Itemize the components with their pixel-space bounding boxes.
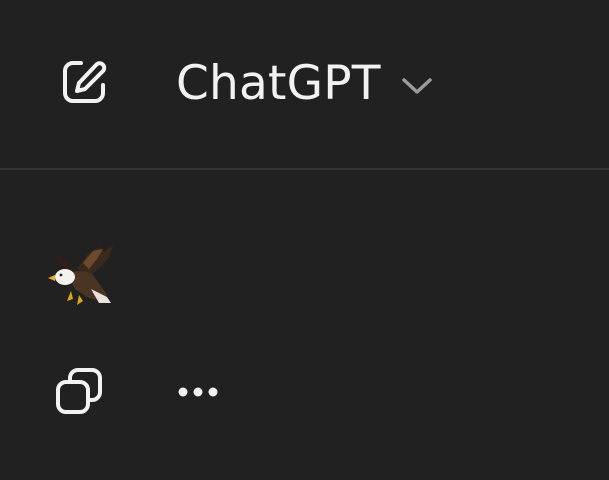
model-name-label: ChatGPT: [176, 56, 381, 111]
eagle-avatar-icon: [47, 245, 113, 311]
header-bar: ChatGPT: [0, 0, 609, 169]
model-selector[interactable]: ChatGPT: [176, 52, 433, 116]
copy-button[interactable]: [48, 362, 110, 424]
header-divider: [0, 168, 609, 170]
chevron-down-icon: [401, 76, 433, 96]
edit-icon: [60, 58, 108, 110]
gpt-avatar[interactable]: [40, 238, 120, 318]
copy-icon: [54, 366, 104, 420]
ellipsis-icon: [176, 383, 220, 402]
more-options-button[interactable]: [168, 374, 228, 410]
message-actions: [0, 352, 609, 432]
chat-screen: ChatGPT: [0, 0, 609, 480]
new-chat-button[interactable]: [50, 52, 118, 116]
